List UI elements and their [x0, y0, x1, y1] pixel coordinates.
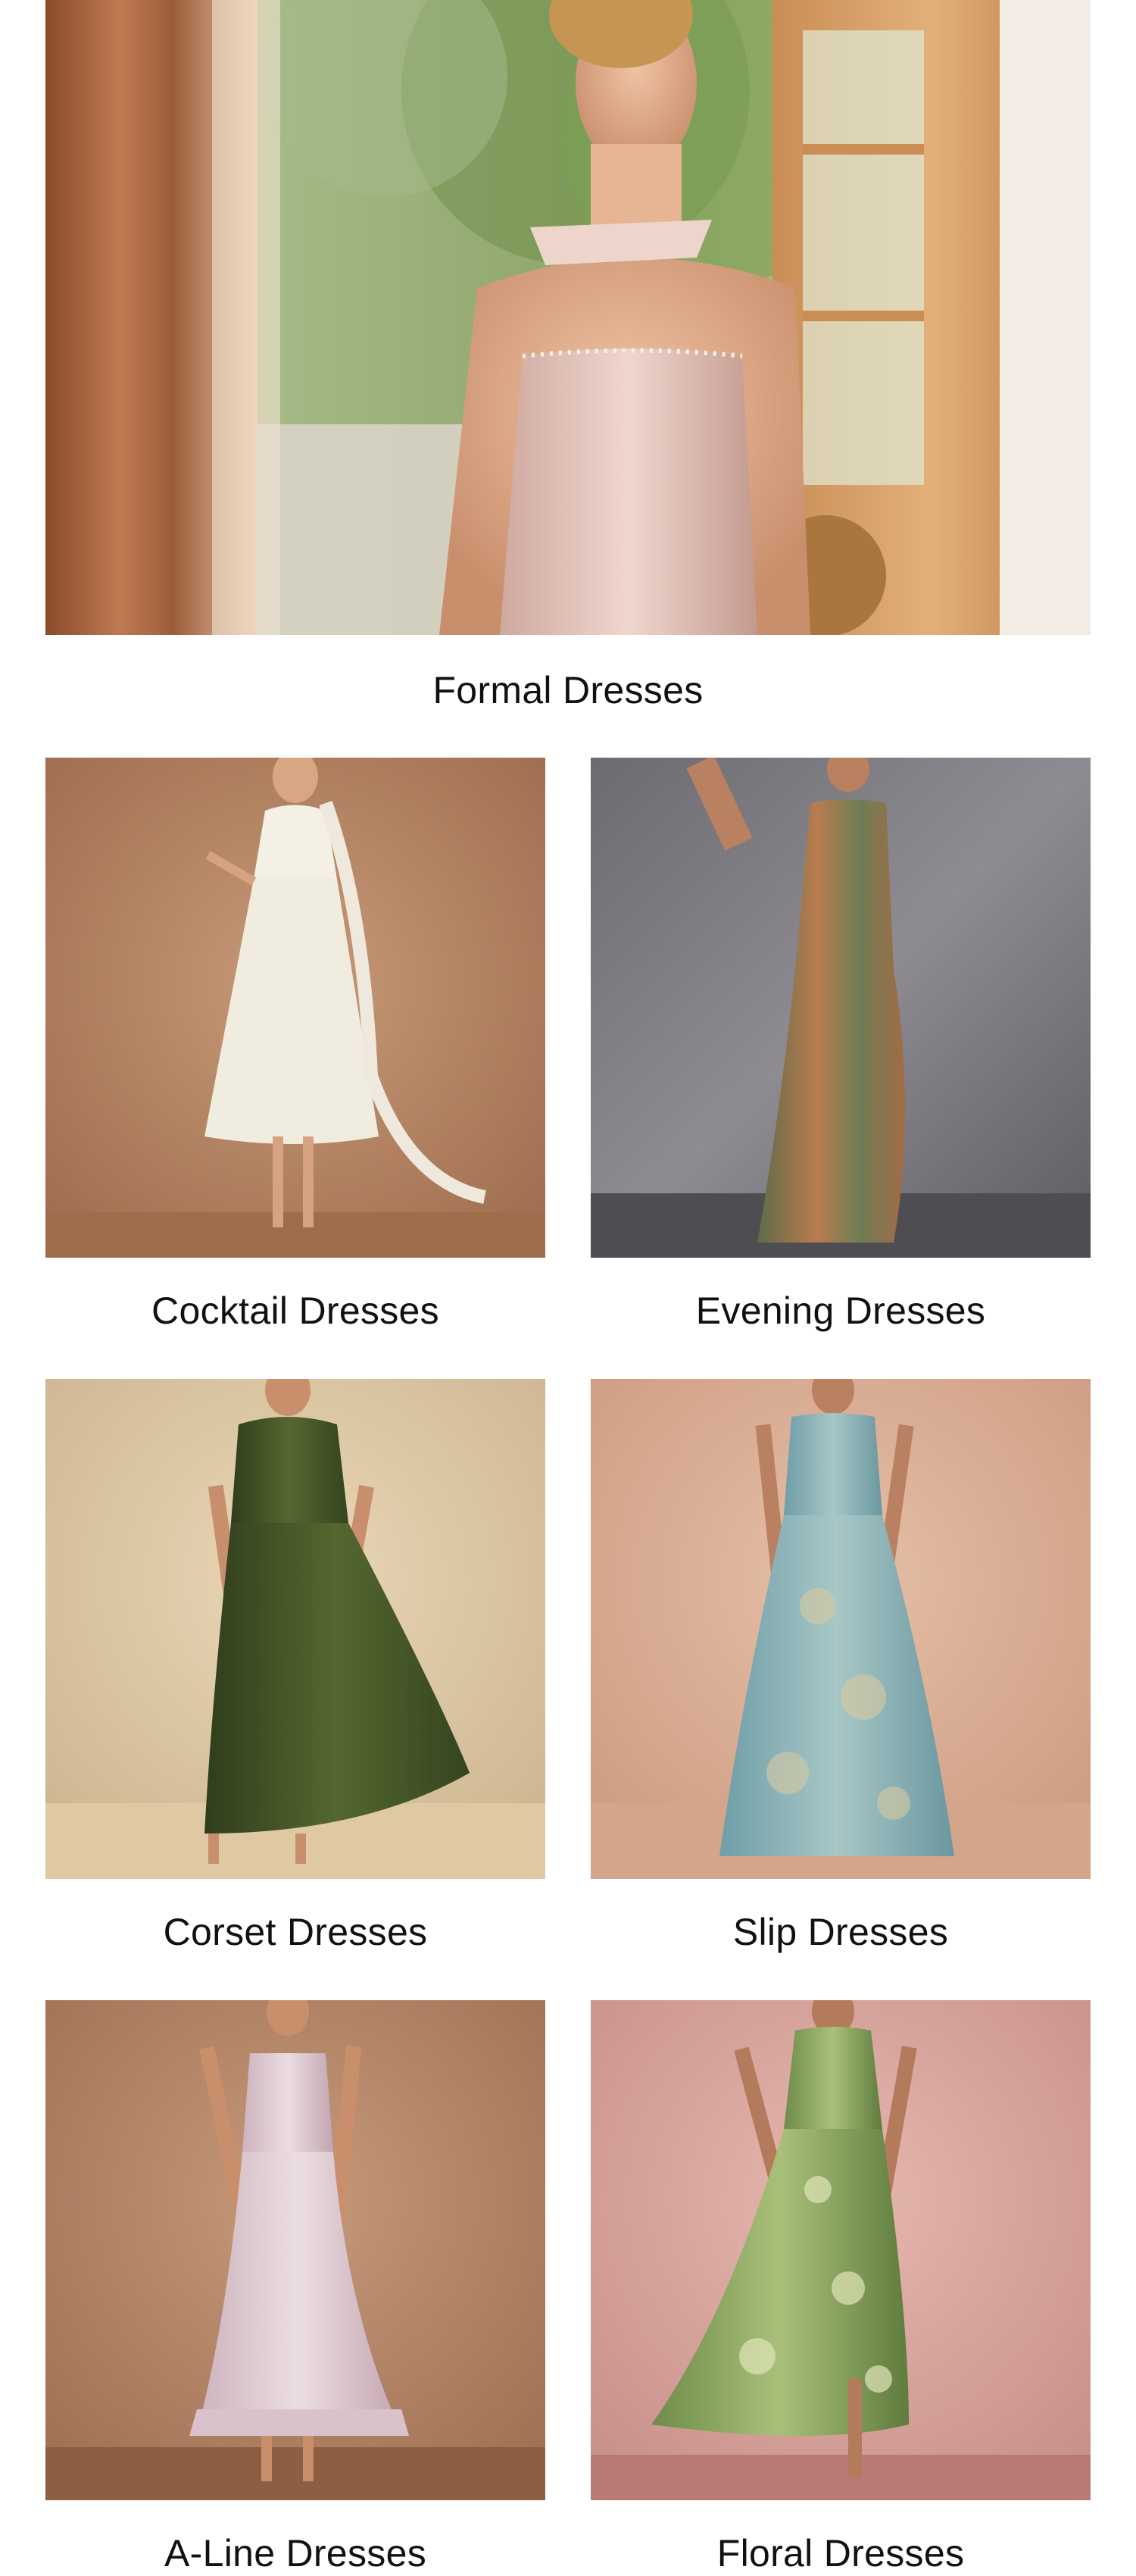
- label-floral-dresses[interactable]: Floral Dresses: [591, 2523, 1091, 2576]
- tile-corset-dresses[interactable]: [45, 1379, 545, 1879]
- tile-a-line-dresses[interactable]: [45, 2000, 545, 2500]
- corset-dress-photo: [45, 1379, 545, 1879]
- hero-title[interactable]: Formal Dresses: [45, 658, 1091, 723]
- label-corset-dresses[interactable]: Corset Dresses: [45, 1902, 545, 1962]
- category-page: Formal Dresses Cocktail Dresses Evening …: [0, 0, 1136, 2576]
- tile-evening-dresses[interactable]: [591, 758, 1091, 1258]
- evening-dress-photo: [591, 758, 1091, 1258]
- label-a-line-dresses[interactable]: A-Line Dresses: [45, 2523, 545, 2576]
- cocktail-dress-photo: [45, 758, 545, 1258]
- slip-dress-photo: [591, 1379, 1091, 1879]
- hero-photo: [45, 0, 1091, 635]
- label-evening-dresses[interactable]: Evening Dresses: [591, 1280, 1091, 1341]
- label-cocktail-dresses[interactable]: Cocktail Dresses: [45, 1280, 545, 1341]
- tile-floral-dresses[interactable]: [591, 2000, 1091, 2500]
- tile-slip-dresses[interactable]: [591, 1379, 1091, 1879]
- floral-dress-photo: [591, 2000, 1091, 2500]
- tile-cocktail-dresses[interactable]: [45, 758, 545, 1258]
- label-slip-dresses[interactable]: Slip Dresses: [591, 1902, 1091, 1962]
- a-line-dress-photo: [45, 2000, 545, 2500]
- hero-formal-dresses-image[interactable]: [45, 0, 1091, 635]
